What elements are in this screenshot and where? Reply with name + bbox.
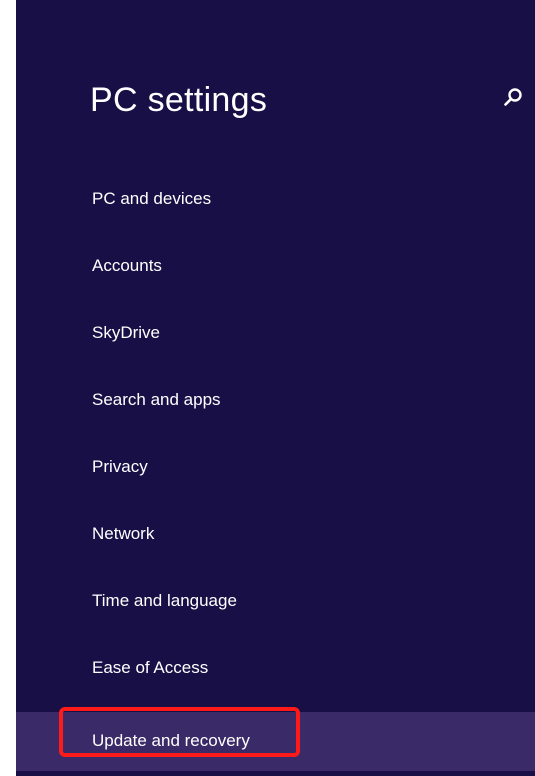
nav-item-label: Search and apps: [92, 390, 221, 409]
nav-item-label: Privacy: [92, 457, 148, 476]
nav-item-label: SkyDrive: [92, 323, 161, 342]
nav-item-label: Network: [92, 524, 155, 543]
nav-item-privacy[interactable]: Privacy: [16, 444, 535, 511]
nav-item-label: PC and devices: [92, 189, 212, 208]
nav-item-pc-and-devices[interactable]: PC and devices: [16, 176, 535, 243]
nav-item-label: Accounts: [92, 256, 162, 275]
nav-item-network[interactable]: Network: [16, 511, 535, 578]
nav-item-label: Update and recovery: [92, 731, 250, 750]
pc-settings-panel: PC settings PC and devices Accounts SkyD…: [16, 0, 535, 776]
nav-item-skydrive[interactable]: SkyDrive: [16, 310, 535, 377]
nav-item-search-and-apps[interactable]: Search and apps: [16, 377, 535, 444]
page-title: PC settings: [90, 81, 268, 119]
nav-item-accounts[interactable]: Accounts: [16, 243, 535, 310]
nav-item-label: Time and language: [92, 591, 237, 610]
nav-item-label: Ease of Access: [92, 658, 209, 677]
settings-nav: PC and devices Accounts SkyDrive Search …: [16, 176, 535, 771]
nav-item-ease-of-access[interactable]: Ease of Access: [16, 645, 535, 712]
nav-item-time-and-language[interactable]: Time and language: [16, 578, 535, 645]
nav-item-update-and-recovery[interactable]: Update and recovery: [16, 712, 535, 771]
search-icon[interactable]: [502, 86, 524, 108]
